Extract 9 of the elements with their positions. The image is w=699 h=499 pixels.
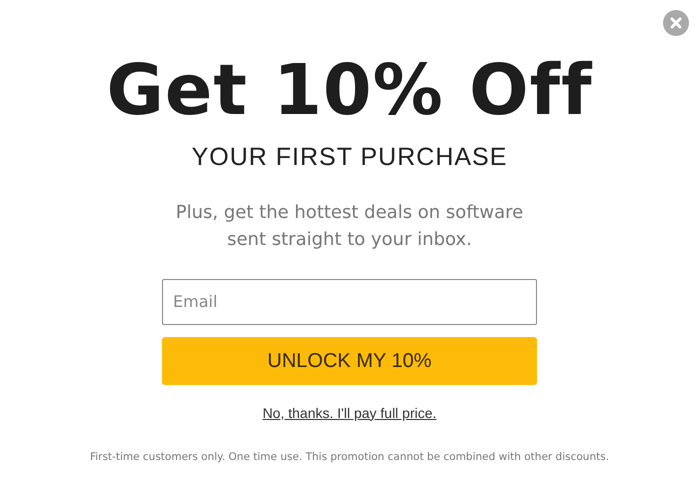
email-field[interactable]: Email (162, 278, 537, 324)
close-button[interactable] (663, 10, 689, 36)
decline-link[interactable]: No, thanks. I'll pay full price. (262, 402, 436, 424)
unlock-button[interactable]: UNLOCK MY 10% (162, 336, 537, 384)
close-icon (670, 17, 682, 29)
description: Plus, get the hottest deals on software sent straight to your inbox. (174, 200, 524, 252)
disclaimer: First-time customers only. One time use. This promotion cannot be combined with other discounts. (90, 450, 610, 464)
subheadline: YOUR FIRST PURCHASE (192, 142, 508, 173)
headline: Get 10% Off (106, 55, 593, 125)
